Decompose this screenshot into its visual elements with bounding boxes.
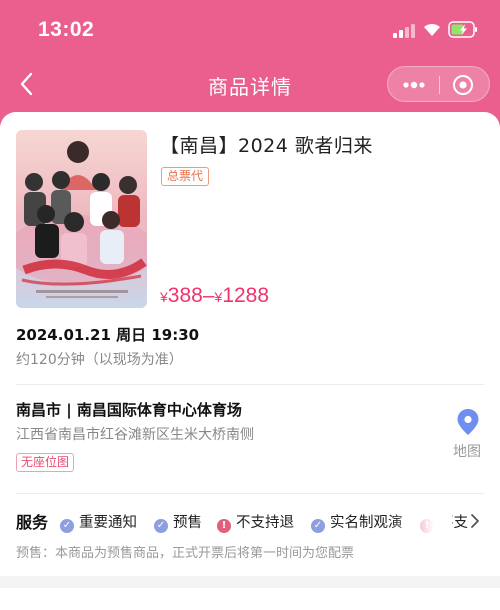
venue-name[interactable]: 南昌市 | 南昌国际体育中心体育场: [16, 399, 242, 420]
product-title: 【南昌】2024 歌者归来: [160, 135, 373, 157]
service-item: ! 不支持退: [217, 511, 294, 533]
signal-icon: [393, 24, 417, 38]
close-mini-program-icon[interactable]: [452, 74, 474, 96]
currency-symbol: ¥: [160, 289, 168, 305]
divider: [16, 493, 484, 494]
show-duration: 约120分钟（以现场为准）: [16, 352, 183, 368]
battery-icon: [448, 21, 477, 38]
check-icon: ✓: [60, 519, 74, 533]
agent-badge: 总票代: [161, 167, 210, 186]
more-icon[interactable]: [400, 75, 428, 95]
mini-program-capsule: [387, 66, 490, 102]
price-max: 1288: [222, 284, 270, 307]
price-range: ¥388–¥1288: [160, 284, 269, 308]
capsule-divider: [439, 76, 440, 94]
services-title: 服务: [16, 513, 49, 532]
check-icon: ✓: [154, 519, 168, 533]
nav-bar: 商品详情: [0, 62, 500, 108]
service-item: ✓ 预售: [154, 511, 202, 533]
services-fade: [392, 507, 452, 535]
chevron-right-icon[interactable]: [469, 513, 481, 529]
check-icon: ✓: [311, 519, 325, 533]
price-min: 388: [167, 284, 203, 307]
warning-icon: !: [217, 519, 231, 533]
show-datetime: 2024.01.21 周日 19:30: [16, 326, 200, 344]
section-separator: [0, 576, 500, 588]
status-time: 13:02: [38, 18, 95, 41]
divider: [16, 384, 484, 385]
presale-note: 预售：本商品为预售商品，正式开票后将第一时间为您配票: [16, 546, 355, 561]
poster-image[interactable]: [16, 130, 147, 308]
status-bar: 13:02: [0, 0, 500, 62]
product-card: 【南昌】2024 歌者归来 总票代 ¥388–¥1288 2024.01.21 …: [0, 112, 500, 610]
wifi-icon: [424, 23, 440, 36]
service-item: ✓ 重要通知: [60, 511, 137, 533]
price-separator: –: [202, 284, 215, 307]
map-pin-icon[interactable]: [456, 408, 480, 436]
venue-address: 江西省南昌市红谷滩新区生米大桥南侧: [16, 427, 254, 443]
service-item: ✓ 实名制观演: [311, 511, 403, 533]
map-link[interactable]: 地图: [453, 441, 481, 461]
no-seat-map-badge: 无座位图: [16, 453, 75, 472]
